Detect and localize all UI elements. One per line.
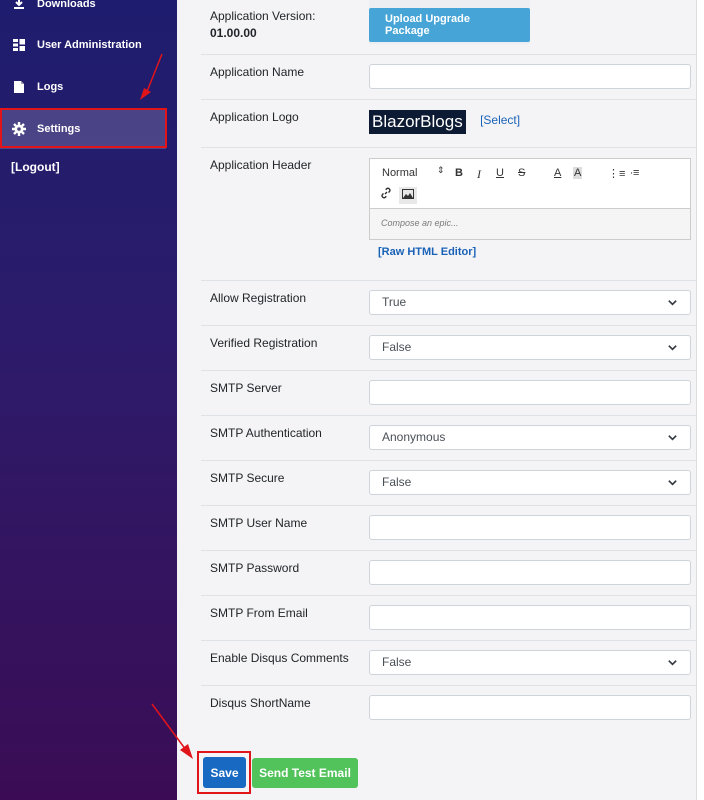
allow-registration-value: True [382, 295, 407, 309]
smtp-from-email-input[interactable] [369, 604, 691, 630]
smtp-secure-value: False [382, 475, 412, 489]
sidebar-item-downloads[interactable]: Downloads [0, 0, 177, 24]
sidebar-item-label: Logs [37, 81, 64, 93]
app-logo-image: BlazorBlogs [369, 109, 466, 134]
label-app-name: Application Name [201, 53, 360, 99]
row-app-logo: Application Logo BlazorBlogs [Select] [201, 98, 697, 147]
annotation-arrow-settings [140, 53, 163, 100]
rich-text-editor: Normal ⇕ B I U S A A ⋮≡ ∙≡ Compose an ep… [369, 157, 691, 240]
chevron-down-icon [668, 344, 677, 351]
upload-upgrade-button[interactable]: Upload Upgrade Package [369, 8, 530, 42]
download-icon [12, 0, 26, 11]
verified-registration-value: False [382, 340, 412, 354]
sidebar-item-label: Downloads [37, 0, 96, 10]
label-smtp-from-email: SMTP From Email [201, 594, 360, 640]
logout-link[interactable]: [Logout] [11, 160, 60, 174]
label-disqus-shortname: Disqus ShortName [201, 684, 360, 733]
link-icon[interactable] [380, 187, 392, 202]
label-smtp-server: SMTP Server [201, 369, 360, 415]
send-test-email-button[interactable]: Send Test Email [252, 758, 358, 788]
smtp-password-input[interactable] [369, 559, 691, 585]
format-chevron-icon: ⇕ [437, 164, 445, 175]
label-app-logo: Application Logo [201, 98, 360, 147]
app-name-input[interactable] [369, 63, 691, 89]
row-smtp-password: SMTP Password [201, 549, 697, 595]
ordered-list-icon[interactable]: ⋮≡ [608, 167, 625, 180]
select-logo-link[interactable]: [Select] [480, 113, 520, 127]
settings-highlight-box [0, 108, 167, 148]
row-smtp-server: SMTP Server [201, 369, 697, 415]
allow-registration-select[interactable]: True [369, 289, 691, 315]
sidebar: Downloads User Administration Logs Setti… [0, 0, 177, 800]
format-select[interactable]: Normal [382, 167, 417, 179]
logs-icon [12, 80, 26, 94]
chevron-down-icon [668, 479, 677, 486]
bold-icon[interactable]: B [455, 167, 463, 179]
bullet-list-icon[interactable]: ∙≡ [630, 167, 639, 179]
row-smtp-user-name: SMTP User Name [201, 504, 697, 550]
settings-panel: Application Version: 01.00.00 Upload Upg… [177, 0, 697, 800]
label-smtp-authentication: SMTP Authentication [201, 414, 360, 460]
label-app-version: Application Version: [210, 9, 316, 23]
chevron-down-icon [668, 434, 677, 441]
strikethrough-icon[interactable]: S [518, 167, 525, 179]
smtp-user-name-input[interactable] [369, 514, 691, 540]
editor-toolbar: Normal ⇕ B I U S A A ⋮≡ ∙≡ [370, 159, 690, 209]
row-smtp-from-email: SMTP From Email [201, 594, 697, 640]
underline-icon[interactable]: U [496, 167, 504, 179]
smtp-secure-select[interactable]: False [369, 469, 691, 495]
user-admin-icon [12, 38, 26, 52]
label-enable-disqus: Enable Disqus Comments [201, 639, 360, 685]
verified-registration-select[interactable]: False [369, 334, 691, 360]
text-color-icon[interactable]: A [554, 167, 561, 179]
italic-icon[interactable]: I [477, 167, 481, 182]
row-disqus-shortname: Disqus ShortName [201, 684, 697, 733]
chevron-down-icon [668, 659, 677, 666]
smtp-server-input[interactable] [369, 379, 691, 405]
row-smtp-secure: SMTP Secure False [201, 459, 697, 505]
row-allow-registration: Allow Registration True [201, 279, 697, 325]
scroll-edge [696, 0, 704, 800]
label-smtp-secure: SMTP Secure [201, 459, 360, 505]
settings-table: Application Version: 01.00.00 Upload Upg… [201, 0, 697, 733]
row-enable-disqus: Enable Disqus Comments False [201, 639, 697, 685]
image-icon[interactable] [399, 186, 417, 204]
raw-html-editor-link[interactable]: [Raw HTML Editor] [378, 246, 476, 258]
row-smtp-authentication: SMTP Authentication Anonymous [201, 414, 697, 460]
label-smtp-user-name: SMTP User Name [201, 504, 360, 550]
label-smtp-password: SMTP Password [201, 549, 360, 595]
label-app-header: Application Header [201, 146, 360, 280]
label-allow-registration: Allow Registration [201, 279, 360, 325]
enable-disqus-value: False [382, 655, 412, 669]
chevron-down-icon [668, 299, 677, 306]
row-verified-registration: Verified Registration False [201, 324, 697, 370]
row-app-name: Application Name [201, 53, 697, 99]
smtp-authentication-value: Anonymous [382, 430, 446, 444]
disqus-shortname-input[interactable] [369, 694, 691, 720]
label-verified-registration: Verified Registration [201, 324, 360, 370]
enable-disqus-select[interactable]: False [369, 649, 691, 675]
app-version-value: 01.00.00 [210, 26, 257, 40]
annotation-arrow-save [151, 703, 193, 759]
smtp-authentication-select[interactable]: Anonymous [369, 424, 691, 450]
sidebar-item-label: User Administration [37, 39, 142, 51]
editor-content[interactable]: Compose an epic... [370, 208, 690, 239]
background-color-icon[interactable]: A [573, 166, 583, 179]
save-button[interactable]: Save [203, 757, 246, 788]
row-app-version: Application Version: 01.00.00 Upload Upg… [201, 0, 697, 54]
row-app-header: Application Header Normal ⇕ B I U S A A … [201, 146, 697, 280]
